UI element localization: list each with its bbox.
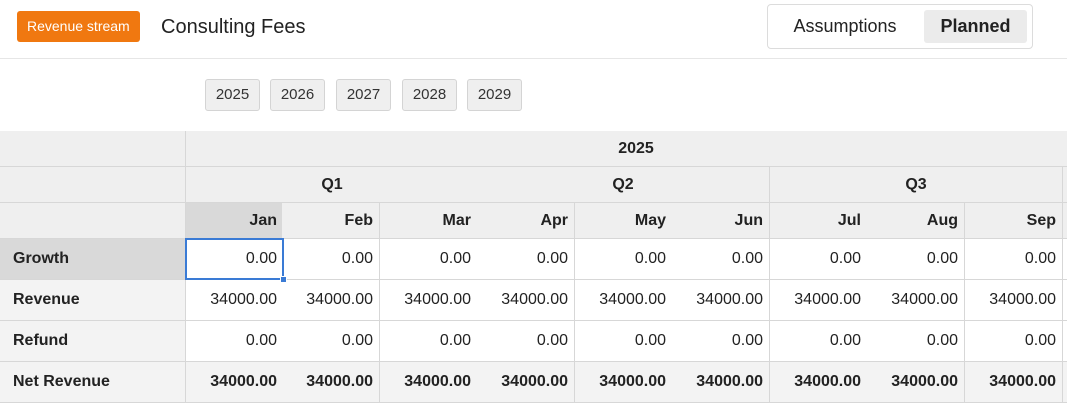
row-label-net-revenue: Net Revenue bbox=[0, 362, 186, 403]
table-cell: 34000.00 bbox=[672, 362, 770, 403]
month-header[interactable]: May bbox=[575, 203, 673, 239]
table-cell: 34000.00 bbox=[575, 362, 673, 403]
table-cell: 34000.00 bbox=[282, 362, 380, 403]
month-header bbox=[1063, 203, 1067, 239]
quarter-header: Q1 bbox=[186, 167, 479, 203]
table-cell[interactable]: 0.00 bbox=[186, 239, 284, 280]
table-cell[interactable]: 0.00 bbox=[965, 239, 1063, 280]
row-label-growth: Growth bbox=[0, 239, 186, 280]
table-cell: 34000.00 bbox=[770, 280, 868, 321]
month-header[interactable]: Apr bbox=[477, 203, 575, 239]
quarter-header: Q3 bbox=[770, 167, 1063, 203]
table-cell[interactable]: 0.00 bbox=[672, 321, 770, 362]
table-cell bbox=[1063, 239, 1067, 280]
table-cell: 34000.00 bbox=[186, 362, 284, 403]
table-cell[interactable]: 0.00 bbox=[867, 321, 965, 362]
table-cell: 34000.00 bbox=[965, 362, 1063, 403]
year-button-2028[interactable]: 2028 bbox=[402, 79, 457, 111]
corner-cell bbox=[0, 203, 186, 239]
table-cell bbox=[1063, 321, 1067, 362]
row-label-revenue: Revenue bbox=[0, 280, 186, 321]
table-cell[interactable]: 0.00 bbox=[770, 321, 868, 362]
table-cell[interactable]: 0.00 bbox=[575, 321, 673, 362]
table-cell: 34000.00 bbox=[477, 362, 575, 403]
row-label-refund: Refund bbox=[0, 321, 186, 362]
month-header[interactable]: Mar bbox=[380, 203, 478, 239]
month-header[interactable]: Feb bbox=[282, 203, 380, 239]
table-cell[interactable]: 0.00 bbox=[867, 239, 965, 280]
year-button-2026[interactable]: 2026 bbox=[270, 79, 325, 111]
table-cell[interactable]: 0.00 bbox=[380, 239, 478, 280]
table-cell bbox=[1063, 362, 1067, 403]
month-header[interactable]: Aug bbox=[867, 203, 965, 239]
year-button-2025[interactable]: 2025 bbox=[205, 79, 260, 111]
month-header[interactable]: Jul bbox=[770, 203, 868, 239]
month-header[interactable]: Sep bbox=[965, 203, 1063, 239]
table-cell: 34000.00 bbox=[770, 362, 868, 403]
assumptions-tab[interactable]: Assumptions bbox=[778, 10, 912, 43]
table-cell: 34000.00 bbox=[186, 280, 284, 321]
corner-cell bbox=[0, 131, 186, 167]
table-cell[interactable]: 0.00 bbox=[965, 321, 1063, 362]
year-button-2027[interactable]: 2027 bbox=[336, 79, 391, 111]
table-cell[interactable]: 0.00 bbox=[380, 321, 478, 362]
page-header: Revenue stream Consulting Fees Assumptio… bbox=[0, 0, 1067, 59]
year-button-2029[interactable]: 2029 bbox=[467, 79, 522, 111]
table-cell: 34000.00 bbox=[282, 280, 380, 321]
fill-handle[interactable] bbox=[280, 276, 287, 283]
table-cell[interactable]: 0.00 bbox=[477, 239, 575, 280]
table-cell[interactable]: 0.00 bbox=[770, 239, 868, 280]
table-cell: 34000.00 bbox=[380, 280, 478, 321]
corner-cell bbox=[0, 167, 186, 203]
table-cell: 34000.00 bbox=[867, 280, 965, 321]
planning-grid: 2025 Q1 Q2 Q3 Jan Feb Mar Apr May Jun Jul Aug Sep Gro… bbox=[0, 131, 1067, 404]
table-cell[interactable]: 0.00 bbox=[282, 239, 380, 280]
table-cell[interactable]: 0.00 bbox=[186, 321, 284, 362]
page-title: Consulting Fees bbox=[161, 16, 306, 38]
planned-tab[interactable]: Planned bbox=[924, 10, 1027, 43]
table-cell: 34000.00 bbox=[575, 280, 673, 321]
month-header[interactable]: Jun bbox=[672, 203, 770, 239]
table-cell[interactable]: 0.00 bbox=[282, 321, 380, 362]
table-cell: 34000.00 bbox=[867, 362, 965, 403]
table-cell[interactable]: 0.00 bbox=[575, 239, 673, 280]
year-header: 2025 bbox=[186, 131, 1067, 167]
table-cell[interactable]: 0.00 bbox=[672, 239, 770, 280]
revenue-stream-badge: Revenue stream bbox=[17, 11, 140, 42]
table-cell: 34000.00 bbox=[672, 280, 770, 321]
table-cell: 34000.00 bbox=[477, 280, 575, 321]
view-toggle: Assumptions Planned bbox=[767, 4, 1033, 49]
table-cell bbox=[1063, 280, 1067, 321]
table-cell: 34000.00 bbox=[965, 280, 1063, 321]
quarter-header bbox=[1063, 167, 1067, 203]
table-cell[interactable]: 0.00 bbox=[477, 321, 575, 362]
table-cell: 34000.00 bbox=[380, 362, 478, 403]
quarter-header: Q2 bbox=[477, 167, 770, 203]
month-header[interactable]: Jan bbox=[186, 203, 284, 239]
